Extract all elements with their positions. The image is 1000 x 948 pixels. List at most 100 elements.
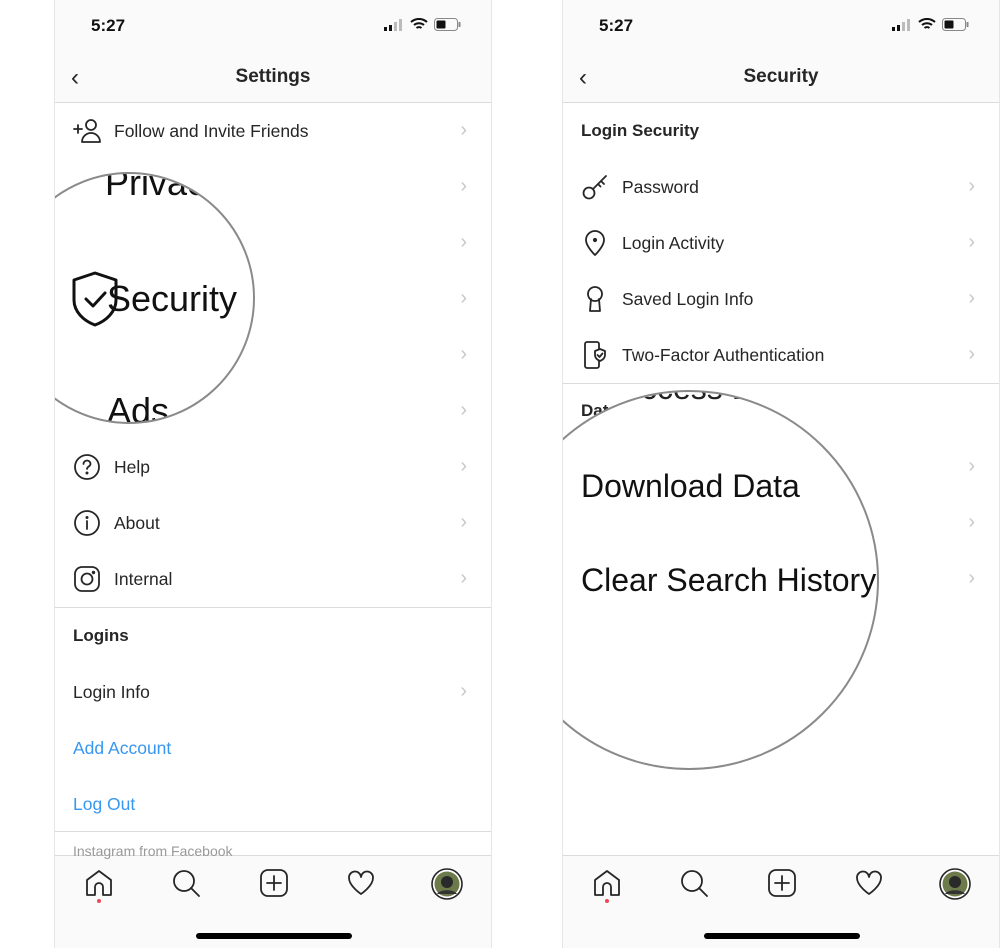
menu-row-internal[interactable]: Internal ›	[55, 551, 491, 607]
divider	[55, 831, 491, 832]
cellular-signal-icon	[892, 18, 910, 31]
chevron-right-icon: ›	[460, 119, 467, 141]
notification-dot	[97, 899, 101, 903]
footer-text: Instagram from Facebook	[73, 843, 233, 859]
chevron-right-icon: ›	[968, 511, 975, 533]
row-label: Password	[622, 176, 699, 197]
menu-row-help[interactable]: Help ›	[55, 439, 491, 495]
wifi-icon	[410, 18, 428, 29]
home-indicator	[704, 933, 860, 939]
instagram-icon	[72, 564, 102, 594]
row-label: Add Account	[73, 737, 172, 758]
top-bar: 5:27 ‹ Security	[563, 0, 999, 103]
status-icons	[384, 18, 461, 31]
page-title: Security	[743, 66, 819, 87]
tab-home[interactable]	[84, 868, 114, 898]
tab-profile-avatar[interactable]	[939, 868, 971, 900]
chevron-right-icon: ›	[460, 399, 467, 421]
magnified-ads-label: Ads	[107, 390, 170, 424]
row-label: Login Info	[73, 681, 150, 702]
battery-icon	[942, 18, 969, 31]
magnified-privacy-label: Privac	[105, 172, 206, 203]
section-header-login-security: Login Security	[563, 103, 999, 159]
help-icon	[72, 452, 102, 482]
magnified-data-header: ccess Data	[641, 392, 799, 407]
add-person-icon	[72, 116, 102, 146]
settings-screen: 5:27‹SettingsFollow and Invite Friends›t…	[54, 0, 492, 948]
home-indicator	[196, 933, 352, 939]
keyhole-icon	[580, 284, 610, 314]
key-icon	[580, 172, 610, 202]
activity-heart-icon	[348, 870, 374, 895]
menu-row-login-activity[interactable]: Login Activity ›	[563, 215, 999, 271]
menu-row-about[interactable]: About ›	[55, 495, 491, 551]
row-label: About	[114, 512, 160, 533]
status-icons	[892, 18, 969, 31]
activity-heart-icon	[856, 870, 882, 895]
tab-search[interactable]	[171, 868, 201, 898]
location-pin-icon	[580, 228, 610, 258]
row-label: Log Out	[73, 793, 136, 814]
add-account-link[interactable]: Add Account	[55, 720, 491, 776]
chevron-right-icon: ›	[460, 343, 467, 365]
new-post-icon	[260, 869, 288, 897]
chevron-right-icon: ›	[460, 680, 467, 702]
battery-icon	[434, 18, 461, 31]
tab-bar	[563, 855, 999, 948]
row-label: Login Security	[581, 121, 700, 140]
menu-row-two-factor-authentication[interactable]: Two-Factor Authentication ›	[563, 327, 999, 383]
chevron-right-icon: ›	[460, 175, 467, 197]
magnified-clear-search-history-label: Clear Search History	[581, 562, 877, 598]
search-icon	[173, 870, 200, 897]
tab-new-post[interactable]	[767, 868, 797, 898]
row-label: Internal	[114, 568, 173, 589]
chevron-right-icon: ›	[968, 567, 975, 589]
tab-activity-heart[interactable]	[346, 868, 376, 898]
chevron-right-icon: ›	[968, 175, 975, 197]
tab-new-post[interactable]	[259, 868, 289, 898]
row-label: Saved Login Info	[622, 288, 754, 309]
magnified-download-data-label: Download Data	[581, 468, 800, 504]
magnified-security-label: Security	[107, 278, 238, 319]
section-header-logins: Logins	[55, 608, 491, 664]
menu-row-saved-login-info[interactable]: Saved Login Info ›	[563, 271, 999, 327]
search-icon	[681, 870, 708, 897]
chevron-right-icon: ›	[460, 231, 467, 253]
row-label: Logins	[73, 626, 129, 645]
chevron-right-icon: ›	[968, 287, 975, 309]
page-title: Settings	[235, 66, 311, 87]
cellular-signal-icon	[384, 18, 402, 31]
new-post-icon	[768, 869, 796, 897]
row-label: Follow and Invite Friends	[114, 120, 309, 141]
tab-home[interactable]	[592, 868, 622, 898]
chevron-right-icon: ›	[460, 287, 467, 309]
row-label: Login Activity	[622, 232, 725, 253]
log-out-link[interactable]: Log Out	[55, 776, 491, 832]
chevron-right-icon: ›	[460, 511, 467, 533]
tab-search[interactable]	[679, 868, 709, 898]
profile-avatar	[939, 868, 971, 900]
phone-shield-icon	[580, 340, 610, 370]
menu-row-login-info[interactable]: Login Info ›	[55, 664, 491, 720]
info-icon	[72, 508, 102, 538]
chevron-right-icon: ›	[968, 455, 975, 477]
tab-activity-heart[interactable]	[854, 868, 884, 898]
wifi-icon	[918, 18, 936, 29]
home-icon	[594, 870, 620, 896]
tab-profile-avatar[interactable]	[431, 868, 463, 900]
profile-avatar	[431, 868, 463, 900]
security-screen: 5:27 ‹ Security Login Security Password › Logi…	[562, 0, 1000, 948]
top-bar: 5:27 ‹ Settings	[55, 0, 491, 103]
menu-row-password[interactable]: Password ›	[563, 159, 999, 215]
menu-row-follow-and-invite-friends[interactable]: Follow and Invite Friends ›	[55, 103, 491, 159]
chevron-right-icon: ›	[460, 455, 467, 477]
row-label: Two-Factor Authentication	[622, 344, 825, 365]
status-time: 5:27	[599, 16, 634, 35]
row-label: Help	[114, 456, 150, 477]
notification-dot	[605, 899, 609, 903]
chevron-right-icon: ›	[968, 343, 975, 365]
status-time: 5:27	[91, 16, 126, 35]
tab-bar	[55, 855, 491, 948]
home-icon	[86, 870, 112, 896]
chevron-right-icon: ›	[460, 567, 467, 589]
